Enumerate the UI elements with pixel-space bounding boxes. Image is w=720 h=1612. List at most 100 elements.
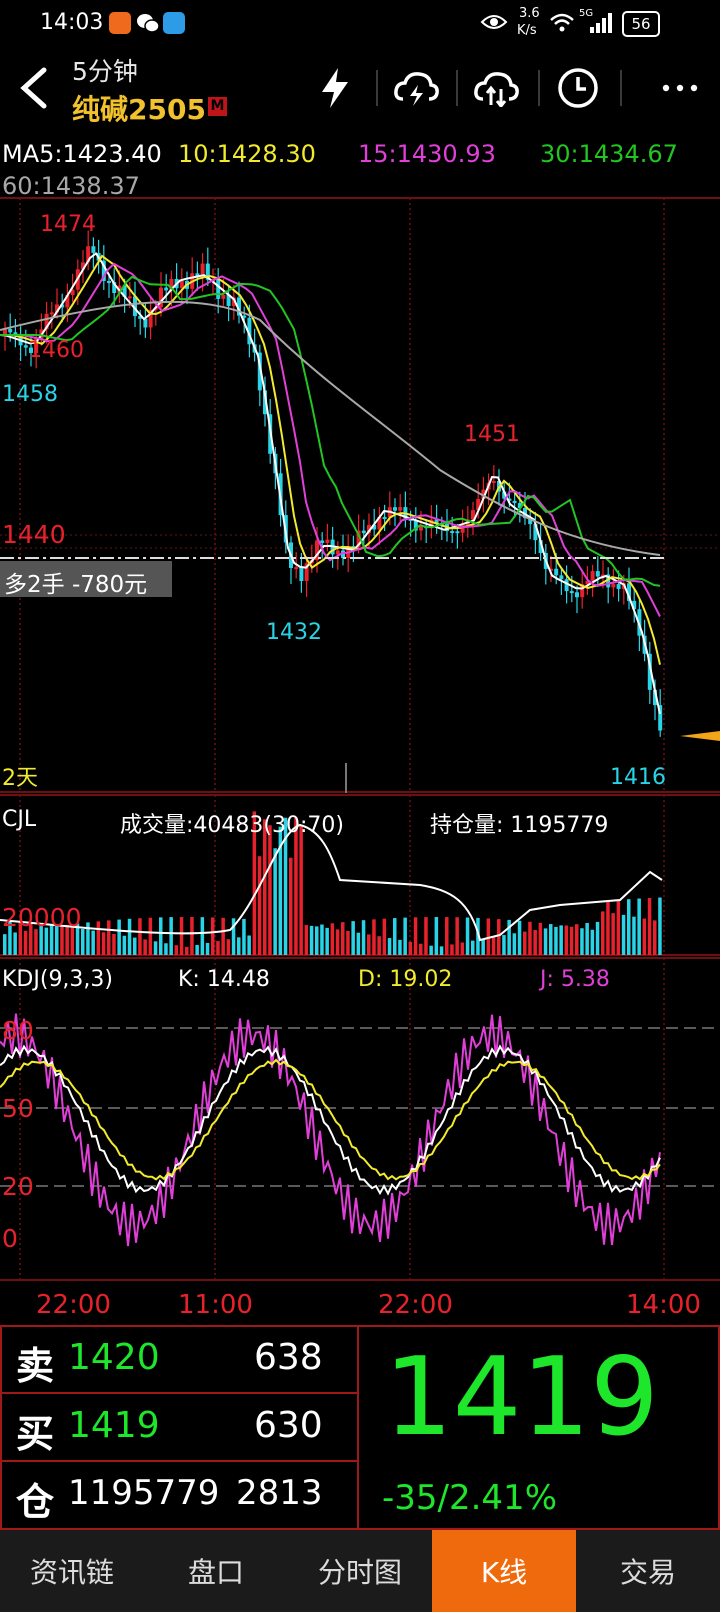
volume-bar <box>221 917 225 955</box>
volume-bar <box>268 825 272 955</box>
price-label: 1460 <box>28 338 84 363</box>
ma-line <box>0 252 661 715</box>
volume-bar <box>81 929 85 955</box>
volume-bar <box>398 939 402 955</box>
volume-bar <box>23 930 28 955</box>
volume-bar <box>606 900 610 955</box>
volume-bar <box>148 917 153 955</box>
volume-bar <box>413 917 418 955</box>
volume-bar <box>497 919 501 955</box>
last-price-marker <box>680 731 720 741</box>
volume-bar <box>611 913 615 955</box>
kdj-k: K: 14.48 <box>178 967 270 992</box>
volume-bar <box>13 932 17 955</box>
volume-bar <box>133 937 137 955</box>
volume-bar <box>309 925 314 955</box>
candle-body <box>450 531 455 534</box>
volume-bar <box>263 819 267 955</box>
volume-bar <box>96 921 101 955</box>
volume-title[interactable]: CJL <box>2 807 36 832</box>
volume-bar <box>429 945 433 955</box>
tab-order-book[interactable]: 盘口 <box>144 1530 288 1612</box>
volume-bar <box>372 919 376 955</box>
buy-price[interactable]: 1419 <box>68 1405 160 1446</box>
candle-body <box>8 328 13 333</box>
tab-kline[interactable]: K线 <box>432 1530 576 1612</box>
volume-bar <box>523 931 527 955</box>
volume-bar <box>195 944 199 955</box>
volume-bar <box>237 937 241 955</box>
volume-bar <box>471 940 475 955</box>
candle-body <box>491 481 496 484</box>
volume-bar <box>127 918 132 955</box>
volume-bar <box>107 920 111 955</box>
low-label: 1416 <box>610 765 666 790</box>
candle-body <box>575 592 579 598</box>
volume-bar <box>153 941 158 955</box>
volume-bar <box>460 942 465 955</box>
volume-bar <box>434 917 439 955</box>
volume-bar <box>169 917 173 955</box>
volume-bar <box>653 920 657 955</box>
oi-label: 仓 <box>16 1480 55 1524</box>
volume-bar <box>304 925 309 955</box>
price-change: -35/2.41% <box>382 1478 557 1518</box>
volume-bar <box>554 926 558 955</box>
volume-bar <box>543 928 548 955</box>
tab-trade[interactable]: 交易 <box>576 1530 720 1612</box>
volume-bar <box>580 928 584 955</box>
position-note[interactable]: 多2手 -780元 <box>4 565 147 599</box>
volume-bar <box>512 933 517 955</box>
time-axis-label: 22:00 <box>36 1290 111 1320</box>
volume-bar <box>117 919 121 955</box>
time-axis-label: 11:00 <box>178 1290 253 1320</box>
candle-body <box>455 531 460 534</box>
volume-bar <box>315 926 319 955</box>
volume-bar <box>585 922 589 955</box>
volume-bar <box>205 942 210 955</box>
candlesticks <box>3 230 663 737</box>
tab-intraday[interactable]: 分时图 <box>288 1530 432 1612</box>
candle-body <box>512 500 517 504</box>
volume-bar <box>377 936 381 955</box>
volume-bar <box>242 918 246 955</box>
volume-bar <box>642 918 647 955</box>
volume-bar <box>289 857 293 955</box>
candle-body <box>127 296 132 299</box>
volume-bar <box>91 930 95 955</box>
volume-bar <box>590 929 595 955</box>
oi-change: 2813 <box>236 1473 323 1513</box>
chart-grid <box>0 197 720 1281</box>
low-label: 1458 <box>2 382 58 407</box>
volume-bar <box>528 921 532 955</box>
volume-bar <box>351 921 355 955</box>
volume-bar <box>34 929 38 955</box>
candle-body <box>554 568 559 576</box>
kline-charts[interactable] <box>0 0 720 1325</box>
volume-bar <box>273 848 277 955</box>
last-price: 1419 <box>384 1335 659 1460</box>
volume-bar <box>445 917 449 955</box>
volume-bar <box>517 920 522 955</box>
volume-bar <box>481 938 485 955</box>
volume-bar <box>185 946 189 955</box>
candle-body <box>320 540 325 543</box>
sell-price[interactable]: 1420 <box>68 1337 160 1378</box>
volume-bar <box>325 927 329 955</box>
volume-bar <box>621 914 626 955</box>
high-label: 1474 <box>40 212 96 237</box>
volume-bar <box>549 924 553 955</box>
volume-bar <box>491 936 496 955</box>
volume-bar <box>559 925 563 955</box>
volume-bar <box>164 943 168 955</box>
volume-bar <box>627 899 631 955</box>
kdj-title[interactable]: KDJ(9,3,3) <box>2 967 113 992</box>
tab-news-chain[interactable]: 资讯链 <box>0 1530 144 1612</box>
buy-label: 买 <box>16 1412 55 1456</box>
candle-body <box>595 571 600 577</box>
volume-bar <box>632 916 636 955</box>
volume-bar <box>179 917 184 955</box>
volume-bar <box>564 925 569 955</box>
volume-bar <box>335 929 340 955</box>
volume-bar <box>346 931 350 955</box>
